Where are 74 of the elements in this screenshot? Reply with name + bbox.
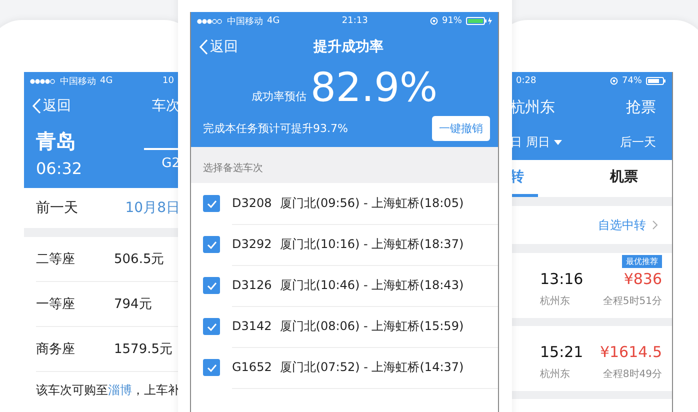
status-time: 0:28 — [516, 76, 536, 86]
caret-icon — [554, 140, 562, 144]
battery-icon — [646, 77, 666, 85]
checkbox[interactable] — [203, 277, 220, 294]
arrival-time: 13:16 — [540, 270, 584, 288]
battery-icon — [466, 17, 492, 25]
chevron-left-icon — [199, 39, 208, 55]
chevron-left-icon — [32, 98, 41, 114]
signal-icon — [197, 18, 223, 24]
train-route: 厦门北(08:06) - 上海虹桥(15:59) — [280, 318, 464, 334]
station-name: 青岛 — [36, 128, 77, 155]
arrival-station: 杭州东 — [540, 294, 570, 308]
custom-transfer-link[interactable]: 自选中转 — [598, 216, 658, 234]
seat-price: 794元 — [114, 296, 152, 313]
next-day-button[interactable]: 后一天 — [620, 134, 656, 150]
ticket-price: ¥1614.5 — [600, 343, 662, 361]
checkbox[interactable] — [203, 318, 220, 335]
train-code: D3208 — [232, 196, 272, 210]
train-code: D3292 — [232, 237, 272, 251]
status-time: 10 — [162, 76, 174, 86]
carrier-name: 中国移动 — [60, 76, 96, 88]
checkbox[interactable] — [203, 195, 220, 212]
arrival-time: 15:21 — [540, 343, 584, 361]
departure-time: 06:32 — [36, 159, 82, 178]
checkbox[interactable] — [203, 359, 220, 376]
section-header: 选择备选车次 — [191, 147, 498, 183]
estimate-value: 82.9% — [310, 66, 438, 110]
checkmark-icon — [206, 200, 216, 208]
battery-percent: 74% — [622, 76, 642, 86]
battery-percent: 91% — [442, 16, 462, 26]
train-route: 厦门北(10:46) - 上海虹桥(18:43) — [280, 276, 464, 294]
recommend-badge: 最优推荐 — [622, 255, 662, 268]
ticket-price: ¥836 — [624, 270, 662, 288]
tab[interactable]: 机票 — [610, 160, 638, 197]
boost-text: 完成本任务预计可提升93.7% — [203, 121, 348, 136]
status-time: 21:13 — [342, 16, 368, 26]
previous-day-button[interactable]: 前一天 — [36, 199, 78, 217]
seat-class: 一等座 — [36, 296, 76, 313]
carrier-name: 中国移动 — [227, 16, 263, 28]
train-code: D3142 — [232, 319, 272, 333]
checkbox[interactable] — [203, 236, 220, 253]
lock-rotation-icon — [430, 17, 438, 25]
checkmark-icon — [206, 322, 216, 330]
undo-button[interactable]: 一键撤销 — [432, 116, 490, 141]
seat-price: 506.5元 — [114, 251, 164, 268]
date-label[interactable]: 10月8日 — [125, 199, 180, 217]
nav-title: 提升成功率 — [314, 38, 384, 56]
back-button[interactable]: 返回 — [199, 38, 238, 56]
checkmark-icon — [206, 364, 216, 372]
lock-rotation-icon — [610, 77, 618, 85]
seat-price: 1579.5元 — [114, 341, 172, 358]
station-link[interactable]: 淄博 — [108, 383, 132, 397]
arrival-station: 杭州东 — [540, 368, 570, 381]
train-route: 厦门北(09:56) - 上海虹桥(18:05) — [280, 194, 464, 212]
seat-class: 商务座 — [36, 341, 76, 358]
seat-class: 二等座 — [36, 251, 76, 268]
nav-title: 车次 — [152, 97, 180, 115]
network-type: 4G — [100, 76, 113, 86]
train-route: 厦门北(07:52) - 上海虹桥(14:37) — [280, 358, 464, 376]
network-type: 4G — [267, 16, 280, 26]
chevron-right-icon — [652, 220, 658, 230]
train-code: D3126 — [232, 278, 272, 292]
trip-duration: 全程5时51分 — [602, 294, 662, 308]
checkmark-icon — [206, 240, 216, 248]
train-code: G2 — [162, 156, 180, 170]
estimate-label: 成功率预估 — [251, 89, 306, 105]
train-route: 厦门北(10:16) - 上海虹桥(18:37) — [280, 236, 464, 252]
signal-icon — [30, 78, 56, 84]
trip-duration: 全程8时49分 — [602, 368, 662, 381]
checkmark-icon — [206, 282, 216, 290]
back-button[interactable]: 返回 — [32, 97, 71, 115]
grab-ticket-button[interactable]: 抢票 — [626, 98, 656, 116]
train-code: G1652 — [232, 360, 272, 374]
date-picker[interactable]: 日 周日 — [510, 134, 562, 150]
